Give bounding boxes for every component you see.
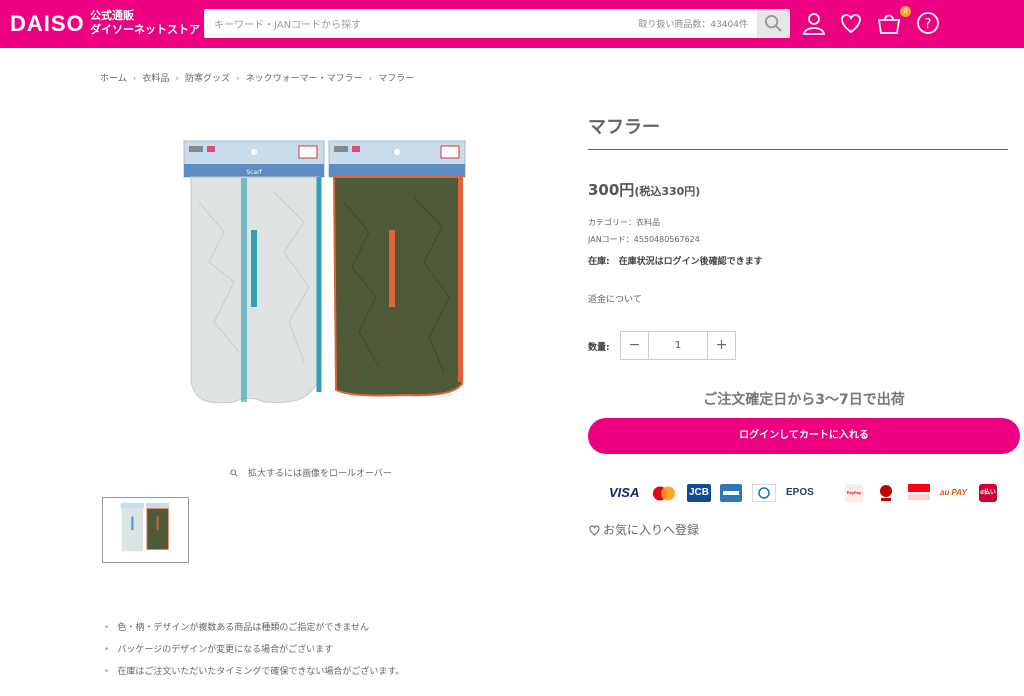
breadcrumb-cold-goods[interactable]: 防寒グッズ	[185, 71, 230, 84]
breadcrumb-clothing[interactable]: 衣料品	[142, 71, 169, 84]
product-notes: 色・柄・デザインが複数ある商品は種類のご指定ができません パッケージのデザインが…	[104, 620, 404, 686]
quantity-stepper: − 1 +	[620, 331, 736, 360]
svg-text:?: ?	[925, 17, 932, 32]
store-name[interactable]: 公式通販 ダイソーネットストア	[90, 9, 200, 37]
heart-icon[interactable]	[838, 10, 864, 36]
product-count: 取り扱い商品数：43404件	[638, 20, 748, 30]
help-icon[interactable]: ?	[915, 10, 941, 36]
breadcrumb-current[interactable]: マフラー	[378, 71, 414, 84]
daiso-logo[interactable]: DAISO	[10, 11, 85, 37]
breadcrumb-neck-warmer[interactable]: ネックウォーマー・マフラー	[246, 71, 363, 84]
diners-logo	[752, 484, 776, 502]
price-value: 300円	[588, 181, 635, 199]
stock-status: 在庫: 在庫状況はログイン後確認できます	[588, 257, 763, 267]
cart-icon[interactable]	[876, 10, 902, 36]
price-tax-included: (税込330円)	[634, 185, 701, 198]
paypay-logo: PayPay	[845, 484, 863, 502]
store-name-line2: ダイソーネットストア	[90, 23, 200, 36]
quantity-label: 数量:	[588, 343, 610, 353]
quantity-input[interactable]: 1	[649, 332, 707, 359]
breadcrumb-separator: ›	[368, 74, 373, 84]
amex-logo	[720, 484, 742, 502]
epos-logo: EPOS	[786, 487, 814, 498]
note-item: 色・柄・デザインが複数ある商品は種類のご指定ができません	[104, 620, 404, 642]
rpay-logo	[880, 485, 892, 501]
magnifier-icon	[230, 469, 238, 477]
heart-outline-icon	[589, 525, 600, 536]
mastercard-logo	[653, 486, 675, 501]
favorite-label: お気に入りへ登録	[603, 523, 700, 537]
quantity-decrease-button[interactable]: −	[621, 332, 649, 359]
search-input[interactable]: キーワード・JANコードから探す	[214, 16, 361, 31]
note-item: 在庫はご注文いただいたタイミングで確保できない場合がございます。	[104, 664, 404, 686]
zoom-hint: 拡大するには画像をロールオーバー	[230, 466, 392, 479]
product-thumbnail[interactable]	[102, 497, 189, 563]
breadcrumb: ホーム › 衣料品 › 防寒グッズ › ネックウォーマー・マフラー › マフラー	[100, 71, 414, 84]
breadcrumb-home[interactable]: ホーム	[100, 71, 127, 84]
search-icon	[764, 14, 782, 32]
d-pay-logo: d払い	[979, 484, 997, 502]
add-to-favorites[interactable]: お気に入りへ登録	[588, 521, 699, 538]
store-name-line1: 公式通販	[90, 9, 134, 22]
merpay-logo	[908, 484, 930, 500]
scarf-green-package	[328, 140, 466, 397]
product-title: マフラー	[588, 117, 660, 138]
price: 300円(税込330円)	[588, 179, 700, 200]
breadcrumb-separator: ›	[175, 74, 179, 84]
site-header: DAISO 公式通販 ダイソーネットストア キーワード・JANコードから探す 取…	[0, 0, 1024, 48]
breadcrumb-separator: ›	[132, 74, 137, 84]
scarf-white-package: Scarf	[183, 140, 325, 404]
breadcrumb-separator: ›	[235, 74, 240, 84]
zoom-hint-text: 拡大するには画像をロールオーバー	[248, 469, 392, 479]
category: カテゴリー：衣料品	[588, 218, 660, 227]
title-divider	[588, 149, 1008, 150]
visa-logo: VISA	[609, 485, 640, 500]
jan-code: JANコード：4550480567624	[588, 235, 700, 244]
refund-link[interactable]: 返金について	[588, 292, 642, 305]
au-pay-logo: au PAY	[940, 488, 967, 497]
package-label: Scarf	[246, 169, 262, 176]
quantity-increase-button[interactable]: +	[707, 332, 735, 359]
search-box[interactable]: キーワード・JANコードから探す 取り扱い商品数：43404件	[204, 9, 790, 38]
shipping-info: ご注文確定日から3〜7日で出荷	[703, 392, 905, 408]
search-button[interactable]	[757, 9, 790, 38]
jcb-logo: JCB	[687, 484, 712, 502]
product-main-image[interactable]: Scarf	[104, 112, 534, 452]
cart-count-badge: 0	[900, 6, 911, 17]
note-item: パッケージのデザインが変更になる場合がございます	[104, 642, 404, 664]
user-icon[interactable]	[801, 10, 827, 36]
add-to-cart-button[interactable]: ログインしてカートに入れる	[588, 418, 1020, 454]
